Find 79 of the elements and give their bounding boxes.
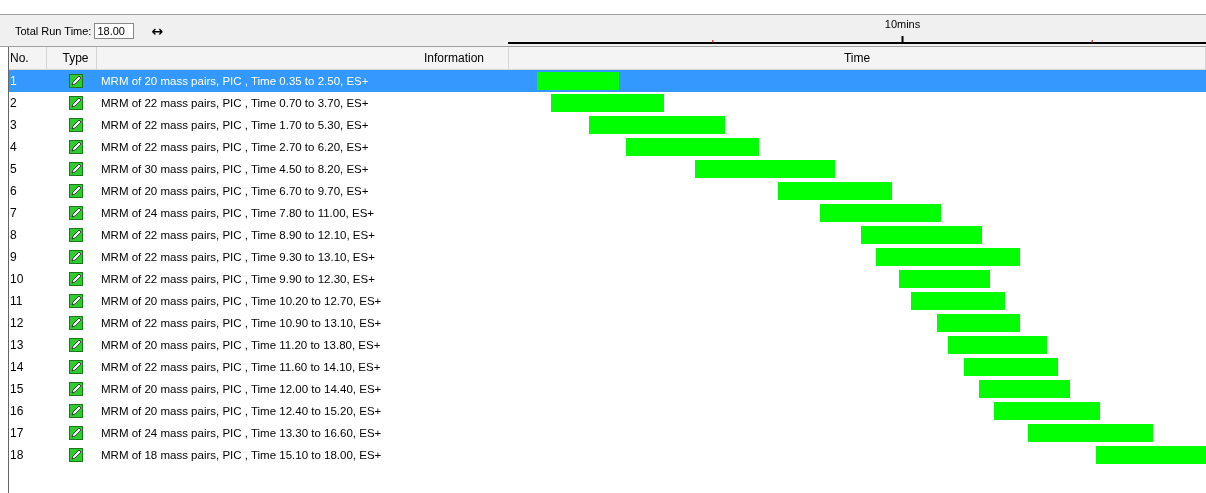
row-number: 10: [10, 272, 24, 286]
row-number: 18: [10, 448, 24, 462]
scan-info: MRM of 22 mass pairs, PIC , Time 9.30 to 13.10, ES+: [101, 251, 375, 263]
row-number: 13: [10, 338, 24, 352]
table-row[interactable]: 11 MRM of 20 mass pairs, PIC , Time 10.20 to 12.70, ES+: [9, 290, 1206, 312]
scan-info: MRM of 22 mass pairs, PIC , Time 2.70 to 6.20, ES+: [101, 141, 369, 153]
row-number: 7: [10, 206, 17, 220]
edit-icon[interactable]: [69, 272, 83, 286]
table-row[interactable]: 4 MRM of 22 mass pairs, PIC , Time 2.70 to 6.20, ES+: [9, 136, 1206, 158]
column-header[interactable]: Time: [843, 51, 871, 65]
row-number: 12: [10, 316, 24, 330]
edit-icon[interactable]: [69, 404, 83, 418]
edit-icon[interactable]: [69, 184, 83, 198]
edit-icon[interactable]: [69, 96, 83, 110]
table-row[interactable]: 7 MRM of 24 mass pairs, PIC , Time 7.80 to 11.00, ES+: [9, 202, 1206, 224]
edit-icon[interactable]: [69, 118, 83, 132]
column-header[interactable]: Type: [62, 51, 89, 65]
table-row[interactable]: 17 MRM of 24 mass pairs, PIC , Time 13.30 to 16.60, ES+: [9, 422, 1206, 444]
table-row[interactable]: 5 MRM of 30 mass pairs, PIC , Time 4.50 to 8.20, ES+: [9, 158, 1206, 180]
scan-info: MRM of 22 mass pairs, PIC , Time 1.70 to 5.30, ES+: [101, 119, 369, 131]
scan-info: MRM of 20 mass pairs, PIC , Time 11.20 to 13.80, ES+: [101, 339, 381, 351]
table-row[interactable]: 15 MRM of 20 mass pairs, PIC , Time 12.00 to 14.40, ES+: [9, 378, 1206, 400]
scan-info: MRM of 22 mass pairs, PIC , Time 10.90 to 13.10, ES+: [101, 317, 382, 329]
edit-icon[interactable]: [69, 426, 83, 440]
row-number: 3: [10, 118, 17, 132]
table-row[interactable]: 18 MRM of 18 mass pairs, PIC , Time 15.10 to 18.00, ES+: [9, 444, 1206, 466]
row-number: 6: [10, 184, 17, 198]
table-row[interactable]: 10 MRM of 22 mass pairs, PIC , Time 9.90 to 12.30, ES+: [9, 268, 1206, 290]
row-number: 5: [10, 162, 17, 176]
row-number: 17: [10, 426, 24, 440]
edit-icon[interactable]: [69, 228, 83, 242]
edit-icon[interactable]: [69, 360, 83, 374]
edit-icon[interactable]: [69, 250, 83, 264]
row-number: 1: [10, 74, 17, 88]
scan-info: MRM of 22 mass pairs, PIC , Time 0.70 to 3.70, ES+: [101, 97, 369, 109]
run-time-label: Total Run Time:: [15, 24, 92, 37]
row-number: 2: [10, 96, 17, 110]
edit-icon[interactable]: [69, 162, 83, 176]
resize-arrow-icon[interactable]: ↔: [151, 22, 164, 39]
edit-icon[interactable]: [69, 448, 83, 462]
scan-info: MRM of 24 mass pairs, PIC , Time 7.80 to 11.00, ES+: [101, 207, 375, 219]
scan-info: MRM of 20 mass pairs, PIC , Time 0.35 to 2.50, ES+: [101, 75, 369, 87]
edit-icon[interactable]: [69, 294, 83, 308]
scan-info: MRM of 30 mass pairs, PIC , Time 4.50 to 8.20, ES+: [101, 163, 369, 175]
axis-label: 10mins: [884, 18, 921, 30]
scan-info: MRM of 20 mass pairs, PIC , Time 10.20 to 12.70, ES+: [101, 295, 382, 307]
table-row[interactable]: 9 MRM of 22 mass pairs, PIC , Time 9.30 to 13.10, ES+: [9, 246, 1206, 268]
scan-info: MRM of 20 mass pairs, PIC , Time 12.00 to 14.40, ES+: [101, 383, 382, 395]
row-number: 9: [10, 250, 17, 264]
row-number: 14: [10, 360, 24, 374]
run-time-field[interactable]: 18.00: [94, 22, 135, 39]
row-number: 8: [10, 228, 17, 242]
row-number: 11: [10, 294, 23, 308]
scan-info: MRM of 22 mass pairs, PIC , Time 11.60 to 14.10, ES+: [101, 361, 381, 373]
edit-icon[interactable]: [69, 316, 83, 330]
scan-info: MRM of 22 mass pairs, PIC , Time 8.90 to 12.10, ES+: [101, 229, 375, 241]
row-number: 15: [10, 382, 24, 396]
edit-icon[interactable]: [69, 382, 83, 396]
column-header[interactable]: No.: [10, 51, 29, 65]
table-row[interactable]: 8 MRM of 22 mass pairs, PIC , Time 8.90 to 12.10, ES+: [9, 224, 1206, 246]
edit-icon[interactable]: [69, 206, 83, 220]
row-number: 4: [10, 140, 17, 154]
table-row[interactable]: 14 MRM of 22 mass pairs, PIC , Time 11.60 to 14.10, ES+: [9, 356, 1206, 378]
scan-info: MRM of 22 mass pairs, PIC , Time 9.90 to 12.30, ES+: [101, 273, 375, 285]
scan-info: MRM of 24 mass pairs, PIC , Time 13.30 to 16.60, ES+: [101, 427, 382, 439]
scan-info: MRM of 18 mass pairs, PIC , Time 15.10 to 18.00, ES+: [101, 449, 382, 461]
table-row[interactable]: 13 MRM of 20 mass pairs, PIC , Time 11.20 to 13.80, ES+: [9, 334, 1206, 356]
scan-info: MRM of 20 mass pairs, PIC , Time 12.40 to 15.20, ES+: [101, 405, 382, 417]
table-row[interactable]: 16 MRM of 20 mass pairs, PIC , Time 12.40 to 15.20, ES+: [9, 400, 1206, 422]
row-number: 16: [10, 404, 24, 418]
edit-icon[interactable]: [69, 74, 83, 88]
edit-icon[interactable]: [69, 140, 83, 154]
edit-icon[interactable]: [69, 338, 83, 352]
table-row[interactable]: 2 MRM of 22 mass pairs, PIC , Time 0.70 to 3.70, ES+: [9, 92, 1206, 114]
table-row[interactable]: 12 MRM of 22 mass pairs, PIC , Time 10.90 to 13.10, ES+: [9, 312, 1206, 334]
table-row[interactable]: 6 MRM of 20 mass pairs, PIC , Time 6.70 to 9.70, ES+: [9, 180, 1206, 202]
scan-info: MRM of 20 mass pairs, PIC , Time 6.70 to 9.70, ES+: [101, 185, 369, 197]
table-row[interactable]: 3 MRM of 22 mass pairs, PIC , Time 1.70 to 5.30, ES+: [9, 114, 1206, 136]
column-header[interactable]: Information: [423, 51, 484, 65]
